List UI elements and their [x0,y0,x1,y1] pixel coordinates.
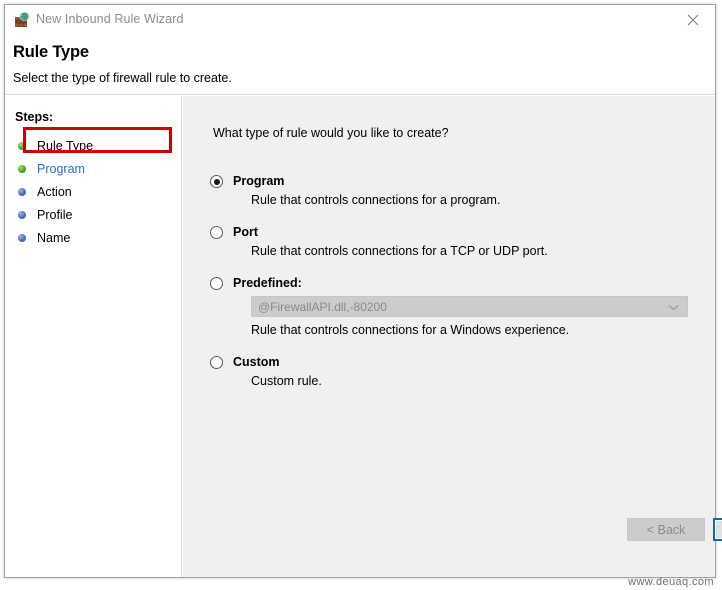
option-description: Rule that controls connections for a TCP… [251,244,701,258]
radio-predefined[interactable] [210,277,223,290]
step-bullet-icon [18,142,26,150]
rule-type-options: Program Rule that controls connections f… [210,174,701,388]
option-description: Rule that controls connections for a Win… [251,323,701,337]
wizard-footer: < Back Next > Cancel [361,507,715,577]
steps-sidebar: Steps: Rule Type Program Action Profile … [5,96,182,577]
option-description: Custom rule. [251,374,701,388]
main-panel: What type of rule would you like to crea… [183,96,715,577]
close-icon[interactable] [670,5,715,34]
option-label: Program [233,174,284,188]
sidebar-item-program[interactable]: Program [5,157,181,180]
predefined-combobox[interactable]: @FirewallAPI.dll,-80200 [251,296,688,317]
sidebar-item-label: Name [37,231,70,245]
step-bullet-icon [18,188,26,196]
steps-label: Steps: [15,110,53,124]
sidebar-item-label: Action [37,185,72,199]
sidebar-item-profile[interactable]: Profile [5,203,181,226]
chevron-down-icon [668,298,679,316]
option-program[interactable]: Program Rule that controls connections f… [210,174,701,207]
next-button[interactable]: Next > [713,518,722,541]
steps-list: Rule Type Program Action Profile Name [5,134,181,249]
sidebar-item-rule-type[interactable]: Rule Type [5,134,181,157]
back-button[interactable]: < Back [627,518,705,541]
watermark: www.deuaq.com [628,576,714,588]
page-header: Rule Type Select the type of firewall ru… [5,35,715,95]
spacer [210,258,701,276]
predefined-combobox-value: @FirewallAPI.dll,-80200 [252,300,387,314]
spacer [210,337,701,355]
option-custom[interactable]: Custom Custom rule. [210,355,701,388]
option-label: Predefined: [233,276,302,290]
radio-custom[interactable] [210,356,223,369]
firewall-globe-icon [14,12,30,28]
sidebar-item-label: Program [37,162,85,176]
spacer [210,207,701,225]
question-text: What type of rule would you like to crea… [213,126,449,140]
radio-port[interactable] [210,226,223,239]
page-subtitle: Select the type of firewall rule to crea… [13,71,232,85]
radio-program[interactable] [210,175,223,188]
sidebar-item-label: Rule Type [37,139,93,153]
wizard-window: New Inbound Rule Wizard Rule Type Select… [4,4,716,578]
sidebar-item-name[interactable]: Name [5,226,181,249]
option-description: Rule that controls connections for a pro… [251,193,701,207]
sidebar-item-action[interactable]: Action [5,180,181,203]
page-title: Rule Type [13,43,89,62]
title-bar: New Inbound Rule Wizard [5,5,715,35]
option-label: Port [233,225,258,239]
window-title: New Inbound Rule Wizard [36,12,184,26]
step-bullet-icon [18,234,26,242]
step-bullet-icon [18,211,26,219]
option-predefined[interactable]: Predefined: @FirewallAPI.dll,-80200 Rule… [210,276,701,337]
sidebar-item-label: Profile [37,208,72,222]
option-port[interactable]: Port Rule that controls connections for … [210,225,701,258]
step-bullet-icon [18,165,26,173]
option-label: Custom [233,355,280,369]
